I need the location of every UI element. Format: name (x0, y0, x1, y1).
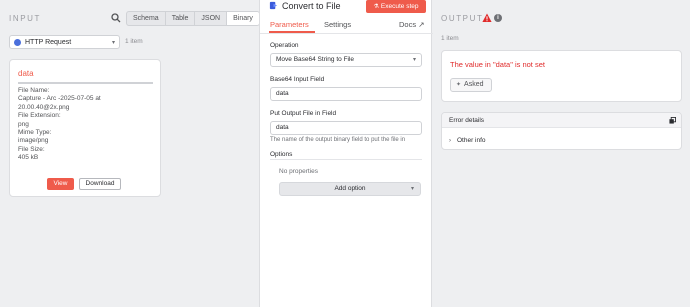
output-field-hint: The name of the output binary field to p… (270, 137, 406, 143)
chevron-down-icon: ▾ (111, 39, 115, 46)
globe-icon (14, 38, 21, 46)
add-option-label: Add option (334, 185, 366, 192)
output-item-count: 1 item (441, 35, 459, 42)
meta-line: 20.00.40@2x.png (18, 103, 70, 111)
tab-parameters[interactable]: Parameters (270, 20, 309, 29)
mode-table[interactable]: Table (166, 12, 196, 25)
asked-button[interactable]: ✦ Asked (450, 78, 492, 92)
mode-binary[interactable]: Binary (227, 12, 259, 25)
chevron-right-icon: › (449, 138, 451, 144)
options-heading: Options (270, 151, 293, 158)
operation-value: Move Base64 String to File (276, 56, 355, 63)
view-button[interactable]: View (47, 178, 74, 190)
input-node-select[interactable]: HTTP Request ▾ (9, 35, 120, 49)
other-info-label: Other info (457, 137, 486, 144)
search-icon[interactable] (111, 13, 121, 23)
meta-line: File Size: (18, 145, 45, 153)
display-mode-toggle: Schema Table JSON Binary (126, 11, 260, 26)
base64-field-label: Base64 Input Field (270, 76, 325, 83)
other-info-toggle[interactable]: › Other info (449, 137, 486, 144)
sparkle-icon: ✦ (456, 82, 462, 88)
add-option-button[interactable]: Add option ▾ (279, 182, 421, 196)
options-divider (270, 159, 422, 160)
input-panel: INPUT Schema Table JSON Binary HTTP Requ… (0, 0, 260, 307)
download-button[interactable]: Download (79, 178, 121, 190)
docs-label: Docs (399, 20, 417, 29)
meta-line: File Name: (18, 87, 50, 94)
meta-line: Mime Type: (18, 129, 52, 137)
error-message: The value in "data" is not set (450, 60, 545, 69)
info-icon[interactable]: i (494, 14, 502, 22)
execute-step-button[interactable]: ⚗ Execute step (366, 0, 426, 13)
operation-select[interactable]: Move Base64 String to File ▾ (270, 53, 422, 67)
input-item-count: 1 item (125, 38, 143, 45)
convert-file-icon (269, 1, 278, 10)
binary-metadata: File Name: Capture - Arc -2025-07-05 at … (18, 87, 148, 163)
error-details-header: Error details (442, 113, 681, 128)
input-title: INPUT (9, 14, 41, 23)
output-panel: OUTPUT i 1 item The value in "data" is n… (433, 0, 690, 307)
header-divider (260, 33, 433, 34)
mode-json[interactable]: JSON (195, 12, 228, 25)
binary-divider (18, 82, 153, 84)
error-details-card: Error details › Other info (441, 112, 682, 150)
output-field-label: Put Output File in Field (270, 110, 337, 117)
output-title: OUTPUT (441, 14, 484, 23)
mode-schema[interactable]: Schema (127, 12, 166, 25)
binary-data-card: data File Name: Capture - Arc -2025-07-0… (9, 59, 161, 197)
tab-settings[interactable]: Settings (324, 20, 351, 29)
error-card: The value in "data" is not set ✦ Asked (441, 50, 682, 102)
input-node-select-value: HTTP Request (25, 38, 72, 46)
meta-line: png (18, 120, 29, 128)
asked-label: Asked (464, 81, 484, 88)
flask-icon: ⚗ (373, 4, 379, 10)
meta-line: Capture - Arc -2025-07-05 at (18, 95, 101, 103)
no-properties-text: No properties (279, 168, 319, 175)
docs-link[interactable]: Docs ↗ (399, 20, 424, 29)
meta-line: 405 kB (18, 154, 39, 162)
output-binary-field[interactable]: data (270, 121, 422, 135)
execute-step-label: Execute step (380, 3, 419, 10)
node-title[interactable]: Convert to File (282, 1, 341, 11)
operation-label: Operation (270, 42, 299, 49)
binary-title: data (18, 69, 34, 78)
chevron-down-icon: ▾ (410, 186, 414, 192)
warning-icon (482, 13, 492, 22)
copy-icon[interactable] (669, 117, 676, 124)
error-details-title: Error details (449, 117, 485, 124)
meta-line: File Extension: (18, 112, 61, 120)
base64-input-field[interactable]: data (270, 87, 422, 101)
meta-line: image/png (18, 137, 49, 145)
node-settings-panel: Convert to File ⚗ Execute step Parameters… (259, 0, 433, 307)
chevron-down-icon: ▾ (412, 57, 416, 63)
external-link-icon: ↗ (418, 20, 425, 29)
node-header: Convert to File ⚗ Execute step Parameters… (260, 0, 433, 33)
